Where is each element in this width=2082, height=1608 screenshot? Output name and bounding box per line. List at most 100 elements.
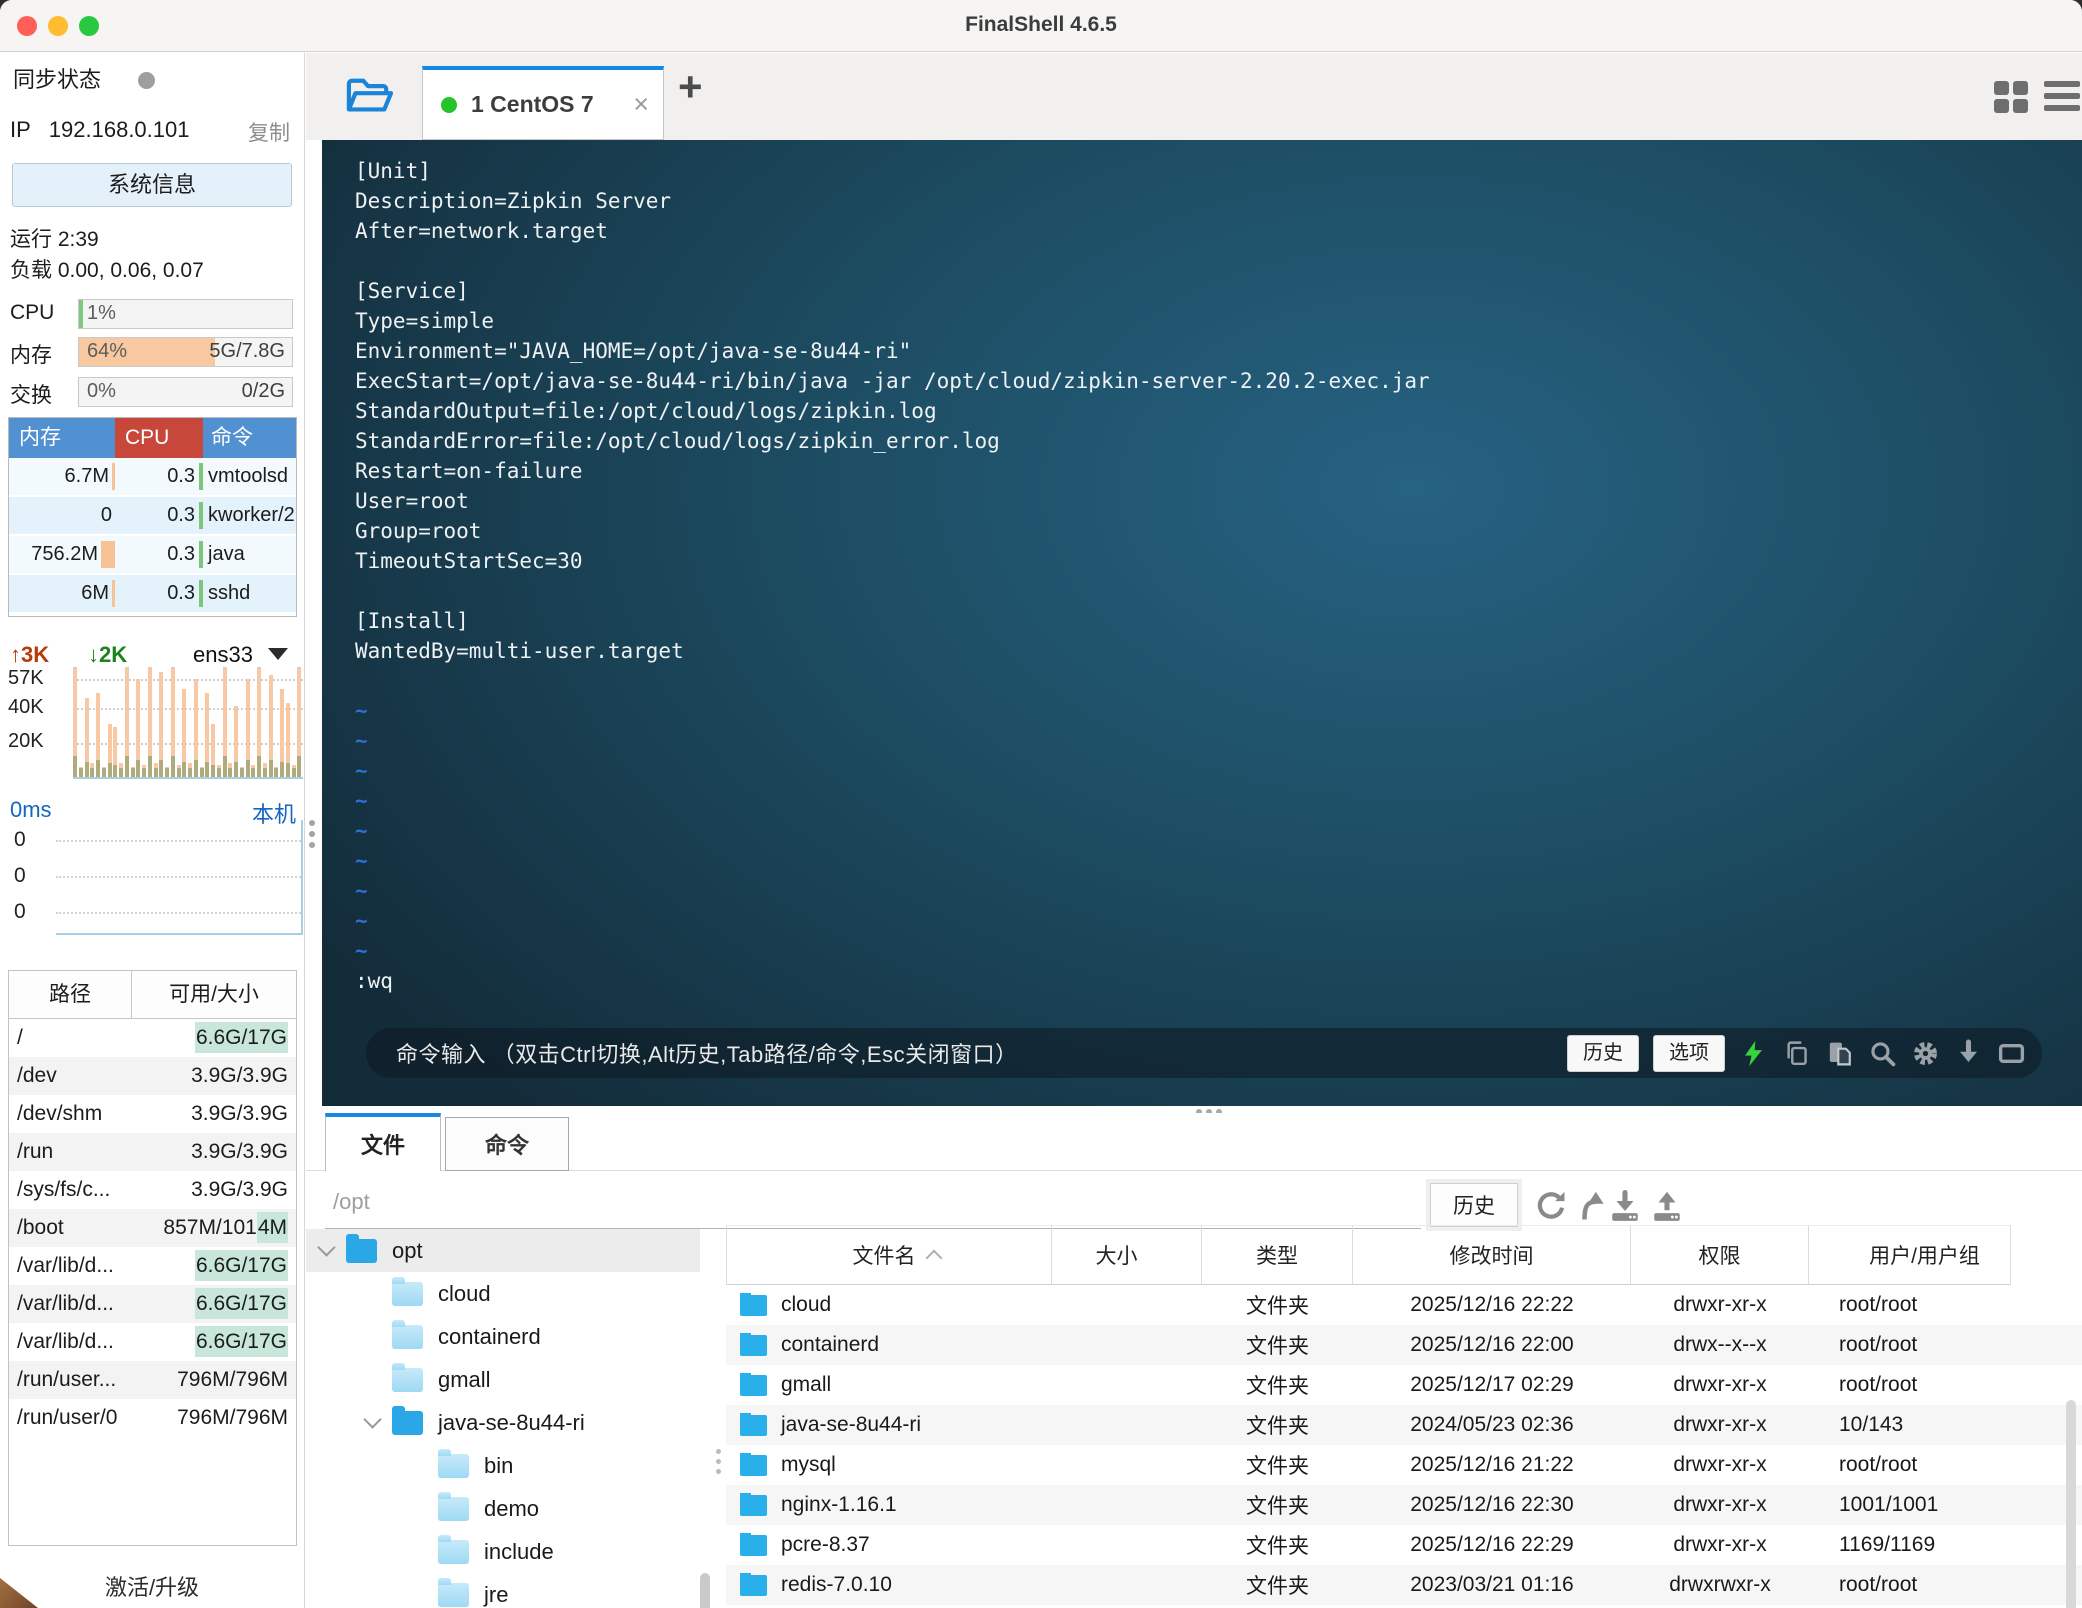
tree-item-gmall[interactable]: gmall bbox=[306, 1358, 700, 1401]
process-header-command[interactable]: 命令 bbox=[203, 418, 296, 458]
parent-directory-icon[interactable] bbox=[1576, 1189, 1610, 1223]
file-table-header-3[interactable]: 修改时间 bbox=[1353, 1225, 1631, 1285]
settings-gear-icon[interactable] bbox=[1911, 1039, 1940, 1068]
disk-row[interactable]: /6.6G/17G bbox=[9, 1019, 296, 1057]
file-table-header-1[interactable]: 大小 bbox=[1052, 1225, 1202, 1285]
tree-item-jre[interactable]: jre bbox=[306, 1573, 700, 1608]
file-table-header-2[interactable]: 类型 bbox=[1202, 1225, 1353, 1285]
folder-icon bbox=[740, 1493, 767, 1516]
tab-commands[interactable]: 命令 bbox=[445, 1117, 569, 1171]
tree-item-label: gmall bbox=[438, 1366, 491, 1392]
new-tab-button[interactable]: + bbox=[678, 63, 703, 111]
disk-header-size[interactable]: 可用/大小 bbox=[132, 971, 296, 1018]
path-input[interactable]: /opt bbox=[325, 1179, 1421, 1229]
process-row[interactable]: 0 0.3 kworker/2 bbox=[9, 497, 296, 536]
copy-ip-button[interactable]: 复制 bbox=[248, 117, 290, 147]
disk-table: 路径 可用/大小 /6.6G/17G/dev 3.9G/3.9G/dev/shm 3… bbox=[8, 970, 297, 1546]
file-row-cloud[interactable]: cloud 文件夹 2025/12/16 22:22 drwxr-xr-x root/r… bbox=[726, 1285, 2082, 1325]
terminal[interactable]: [Unit] Description=Zipkin Server After=net… bbox=[322, 140, 2082, 1106]
file-row-nginx-1.16.1[interactable]: nginx-1.16.1 文件夹 2025/12/16 22:30 drwxr-xr-… bbox=[726, 1485, 2082, 1525]
command-bar-controls: 历史 选项 bbox=[1567, 1034, 2026, 1072]
path-history-button[interactable]: 历史 bbox=[1426, 1179, 1522, 1231]
tree-item-label: cloud bbox=[438, 1280, 491, 1306]
refresh-icon[interactable] bbox=[1534, 1189, 1568, 1223]
disk-row[interactable]: /run/user... 796M/796M bbox=[9, 1361, 296, 1399]
file-row-java-se-8u44-ri[interactable]: java-se-8u44-ri 文件夹 2024/05/23 02:36 drwxr-… bbox=[726, 1405, 2082, 1445]
session-tab-bar: 1 CentOS 7 × + bbox=[306, 53, 2082, 140]
disk-row[interactable]: /boot 857M/1014M bbox=[9, 1209, 296, 1247]
menu-hamburger-icon[interactable] bbox=[2042, 79, 2082, 115]
open-connection-folder-icon[interactable] bbox=[344, 75, 394, 119]
system-info-button[interactable]: 系统信息 bbox=[12, 163, 292, 207]
disk-row[interactable]: /run 3.9G/3.9G bbox=[9, 1133, 296, 1171]
file-row-mysql[interactable]: mysql 文件夹 2025/12/16 21:22 drwxr-xr-x root/r… bbox=[726, 1445, 2082, 1485]
disk-row[interactable]: /var/lib/d... 6.6G/17G bbox=[9, 1247, 296, 1285]
gauge-bar: 1% bbox=[78, 299, 293, 329]
file-name: pcre-8.37 bbox=[781, 1533, 870, 1556]
file-row-pcre-8.37[interactable]: pcre-8.37 文件夹 2025/12/16 22:29 drwxr-xr-x 11… bbox=[726, 1525, 2082, 1565]
search-icon[interactable] bbox=[1868, 1039, 1897, 1068]
command-input-placeholder: 命令输入 （双击Ctrl切换,Alt历史,Tab路径/命令,Esc关闭窗口） bbox=[396, 1042, 1018, 1067]
chevron-down-icon[interactable] bbox=[317, 1237, 336, 1257]
tree-item-cloud[interactable]: cloud bbox=[306, 1272, 700, 1315]
folder-icon bbox=[392, 1405, 423, 1435]
upload-file-icon[interactable] bbox=[1650, 1189, 1684, 1223]
paste-icon[interactable] bbox=[1825, 1039, 1854, 1068]
tab-close-icon[interactable]: × bbox=[633, 91, 649, 118]
tab-centos7[interactable]: 1 CentOS 7 × bbox=[422, 66, 664, 140]
copy-icon[interactable] bbox=[1782, 1039, 1811, 1068]
disk-row[interactable]: /dev/shm 3.9G/3.9G bbox=[9, 1095, 296, 1133]
disk-row[interactable]: /sys/fs/c... 3.9G/3.9G bbox=[9, 1171, 296, 1209]
download-file-icon[interactable] bbox=[1608, 1189, 1642, 1223]
disk-table-header[interactable]: 路径 可用/大小 bbox=[9, 971, 296, 1019]
folder-icon bbox=[740, 1333, 767, 1356]
tree-item-containerd[interactable]: containerd bbox=[306, 1315, 700, 1358]
history-button[interactable]: 历史 bbox=[1567, 1034, 1639, 1072]
disk-row[interactable]: /var/lib/d... 6.6G/17G bbox=[9, 1323, 296, 1361]
gauge-percent: 0% bbox=[87, 380, 116, 402]
file-table: 文件名 大小 类型 修改时间 权限 用户/用户组 cloud 文件夹 2025/12/16 2… bbox=[726, 1225, 2082, 1608]
disk-row[interactable]: /run/user/0 796M/796M bbox=[9, 1399, 296, 1437]
file-name: cloud bbox=[781, 1293, 832, 1316]
network-chart bbox=[73, 665, 303, 779]
process-row[interactable]: 6.7M 0.3 vmtoolsd bbox=[9, 458, 296, 497]
folder-icon bbox=[438, 1491, 469, 1521]
file-table-header-5[interactable]: 用户/用户组 bbox=[1809, 1225, 2011, 1285]
process-table-header[interactable]: 内存 CPU 命令 bbox=[9, 418, 296, 458]
folder-icon bbox=[438, 1534, 469, 1564]
file-table-header-4[interactable]: 权限 bbox=[1631, 1225, 1809, 1285]
disk-row[interactable]: /dev 3.9G/3.9G bbox=[9, 1057, 296, 1095]
tree-item-include[interactable]: include bbox=[306, 1530, 700, 1573]
tree-item-demo[interactable]: demo bbox=[306, 1487, 700, 1530]
tree-scrollbar[interactable] bbox=[700, 1573, 710, 1608]
file-row-redis-7.0.10[interactable]: redis-7.0.10 文件夹 2023/03/21 01:16 drwxrwxr-… bbox=[726, 1565, 2082, 1605]
disk-row[interactable]: /var/lib/d... 6.6G/17G bbox=[9, 1285, 296, 1323]
command-input-bar[interactable]: 命令输入 （双击Ctrl切换,Alt历史,Tab路径/命令,Esc关闭窗口） 历… bbox=[366, 1028, 2042, 1078]
layout-grid-icon[interactable] bbox=[1992, 77, 2032, 117]
process-header-memory[interactable]: 内存 bbox=[9, 418, 115, 458]
download-arrow-icon[interactable] bbox=[1954, 1038, 1983, 1068]
tree-item-java-se-8u44-ri[interactable]: java-se-8u44-ri bbox=[306, 1401, 700, 1444]
latency-tick: 0 bbox=[14, 828, 26, 851]
folder-icon bbox=[740, 1533, 767, 1556]
folder-icon bbox=[392, 1319, 423, 1349]
activate-upgrade-link[interactable]: 激活/升级 bbox=[0, 1570, 304, 1602]
file-row-gmall[interactable]: gmall 文件夹 2025/12/17 02:29 drwxr-xr-x root/r… bbox=[726, 1365, 2082, 1405]
disk-header-path[interactable]: 路径 bbox=[9, 971, 132, 1018]
process-row[interactable]: 756.2M 0.3 java bbox=[9, 536, 296, 575]
process-header-cpu[interactable]: CPU bbox=[115, 418, 203, 458]
file-table-scrollbar[interactable] bbox=[2066, 1400, 2076, 1608]
process-row[interactable]: 6M 0.3 sshd bbox=[9, 575, 296, 614]
tree-table-splitter-handle[interactable] bbox=[716, 1449, 721, 1454]
tree-item-bin[interactable]: bin bbox=[306, 1444, 700, 1487]
chevron-down-icon[interactable] bbox=[363, 1409, 382, 1429]
tree-item-opt[interactable]: opt bbox=[306, 1229, 700, 1272]
file-name: nginx-1.16.1 bbox=[781, 1493, 897, 1516]
fullscreen-monitor-icon[interactable] bbox=[1997, 1039, 2026, 1068]
ip-row: IP 192.168.0.101 bbox=[10, 117, 190, 143]
file-table-header-0[interactable]: 文件名 bbox=[726, 1225, 1052, 1285]
lightning-icon[interactable] bbox=[1739, 1039, 1768, 1068]
tab-files[interactable]: 文件 bbox=[325, 1113, 441, 1171]
options-button[interactable]: 选项 bbox=[1653, 1034, 1725, 1072]
file-row-containerd[interactable]: containerd 文件夹 2025/12/16 22:00 drwx--x--x r… bbox=[726, 1325, 2082, 1365]
